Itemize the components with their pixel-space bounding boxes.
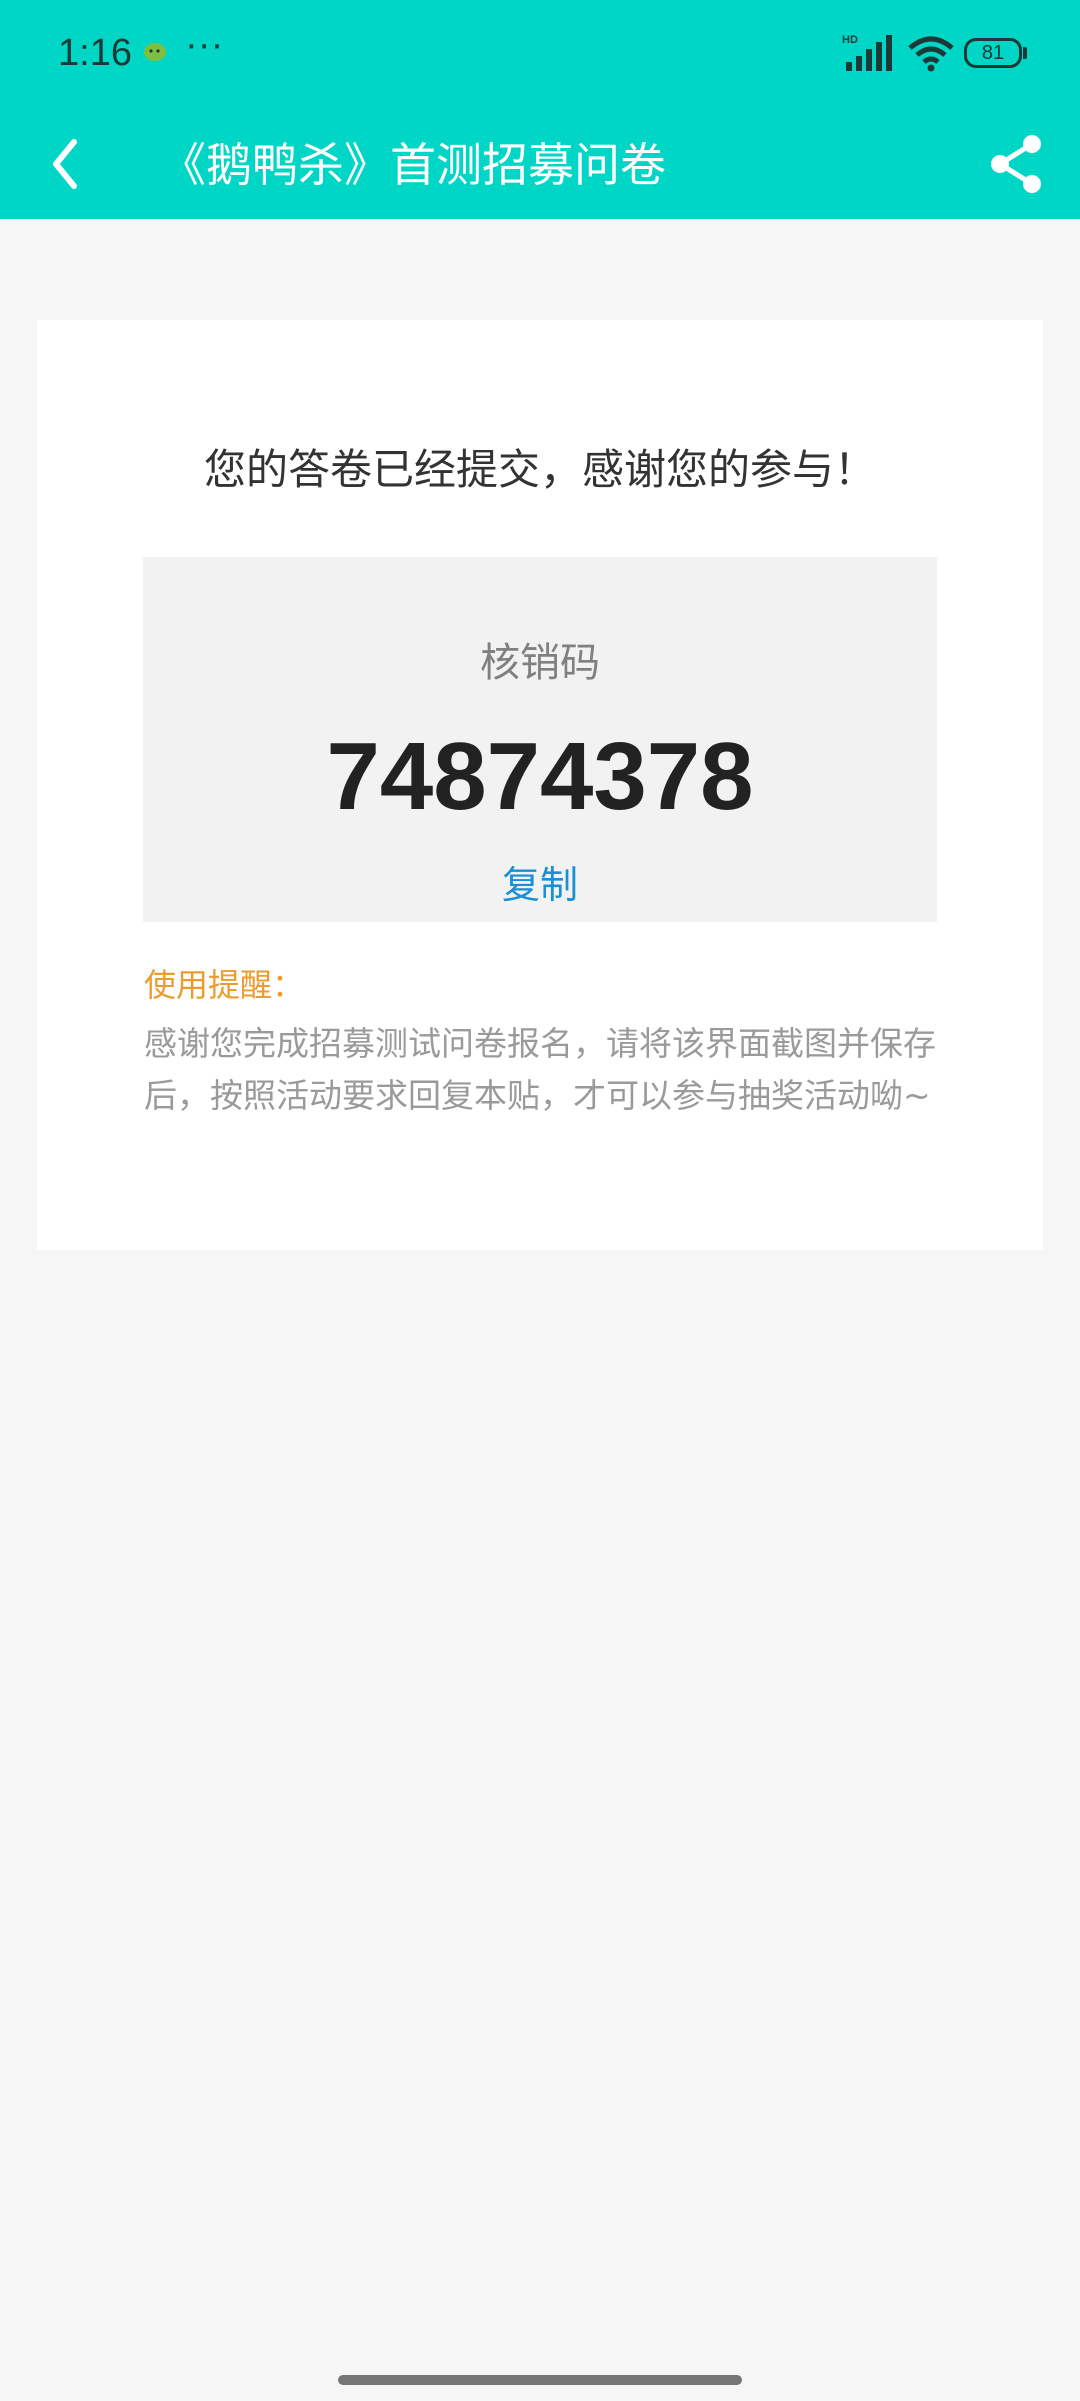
- more-notifications-icon: ···: [186, 27, 225, 67]
- wechat-icon: [144, 43, 166, 61]
- submit-success-message: 您的答卷已经提交，感谢您的参与！: [203, 445, 876, 494]
- redeem-code-box: 核销码 74874378 复制: [143, 557, 937, 922]
- app-header: 1:16 ··· HD 81 《鹅鸭杀》首测招募问卷: [0, 0, 1080, 219]
- tip-body: 感谢您完成招募测试问卷报名，请将该界面截图并保存后，按照活动要求回复本贴，才可以…: [144, 1024, 936, 1115]
- redeem-code-label: 核销码: [480, 640, 600, 686]
- battery-tip: [1023, 47, 1027, 59]
- back-button[interactable]: [38, 128, 94, 200]
- result-card: 您的答卷已经提交，感谢您的参与！ 核销码 74874378 复制 使用提醒： 感…: [37, 320, 1043, 1250]
- wifi-icon: [908, 36, 954, 72]
- status-bar: 1:16 ··· HD 81: [0, 0, 1080, 110]
- battery-icon: 81: [964, 38, 1022, 68]
- page-title: 《鹅鸭杀》首测招募问卷: [160, 138, 666, 192]
- redeem-code-value: 74874378: [326, 723, 754, 830]
- home-indicator[interactable]: [338, 2375, 742, 2385]
- copy-button[interactable]: 复制: [143, 857, 937, 913]
- signal-icon: HD: [842, 34, 892, 71]
- status-time: 1:16: [58, 32, 132, 74]
- nav-bar: 《鹅鸭杀》首测招募问卷: [0, 110, 1080, 219]
- tip-title: 使用提醒：: [144, 966, 305, 1004]
- svg-text:HD: HD: [842, 34, 858, 46]
- share-button[interactable]: [980, 128, 1052, 200]
